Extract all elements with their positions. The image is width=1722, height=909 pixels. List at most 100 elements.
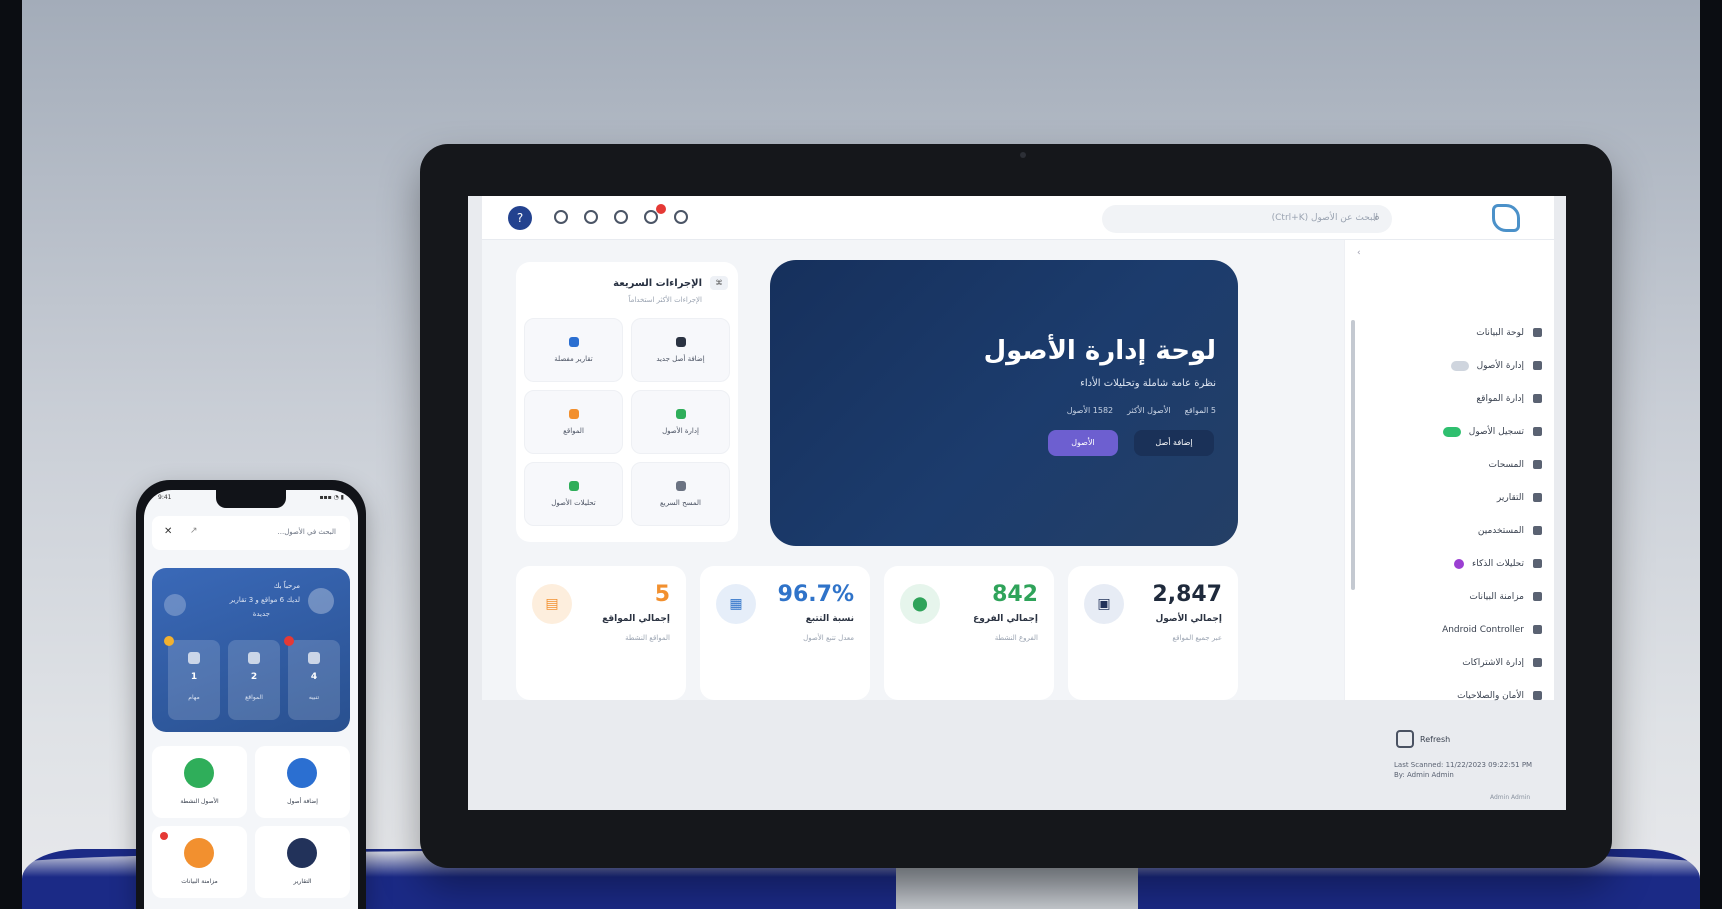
quick-actions-title: الإجراءات السريعة xyxy=(613,278,702,289)
hero-meta: 5 المواقع الأصول الأكثر 1582 الأصول xyxy=(1067,406,1216,415)
add-asset-button[interactable]: إضافة أصل xyxy=(1134,430,1214,456)
stat-note: معدل تتبع الأصول xyxy=(803,634,854,642)
quick-action-label: المسح السريع xyxy=(660,499,701,507)
quick-action-card[interactable]: إضافة أصل جديد xyxy=(631,318,730,382)
sidebar-item-label: التقارير xyxy=(1496,492,1524,503)
sidebar-collapse-icon[interactable]: › xyxy=(1357,248,1361,258)
sidebar-item[interactable]: تسجيل الأصول xyxy=(1344,415,1554,448)
hero-meta-item: 1582 الأصول xyxy=(1066,406,1114,415)
quick-action-card[interactable]: المواقع xyxy=(524,390,623,454)
sidebar-item-label: الأمان والصلاحيات xyxy=(1457,690,1524,701)
phone-card-title: مرحباً بك xyxy=(273,582,300,590)
search-icon: ⌕ xyxy=(1373,211,1380,224)
stat-value: 2,847 xyxy=(1152,582,1222,607)
sidebar-item[interactable]: المستخدمين xyxy=(1344,514,1554,547)
phone-tile[interactable]: مزامنة البيانات xyxy=(152,826,247,898)
notification-badge xyxy=(656,204,666,214)
sidebar-item[interactable]: إدارة الأصول xyxy=(1344,349,1554,382)
sidebar-item-icon xyxy=(1533,394,1542,403)
phone-mini-value: 2 xyxy=(250,672,258,682)
theme-toggle-icon[interactable] xyxy=(674,210,688,224)
stat-card[interactable]: 842 إجمالي الفروع الفروع النشطة ⬤ xyxy=(884,566,1054,700)
sidebar-item-icon xyxy=(1533,361,1542,370)
phone-user-avatar[interactable] xyxy=(308,588,334,614)
phone-time: 9:41 xyxy=(158,494,172,501)
stat-note: المواقع النشطة xyxy=(625,634,670,642)
stat-note: الفروع النشطة xyxy=(994,634,1038,642)
quick-action-card[interactable]: إدارة الأصول xyxy=(631,390,730,454)
phone-mini-stat[interactable]: 2 المواقع xyxy=(228,640,280,720)
sidebar-item-icon xyxy=(1533,526,1542,535)
sidebar-item[interactable]: تحليلات الذكاء xyxy=(1344,547,1554,580)
sidebar-item[interactable]: مزامنة البيانات xyxy=(1344,580,1554,613)
sidebar-item-label: تسجيل الأصول xyxy=(1468,426,1524,437)
quick-action-label: المواقع xyxy=(563,427,584,435)
phone-mini-label: تنبيه xyxy=(308,694,320,701)
last-scanned-info: Last Scanned: 11/22/2023 09:22:51 PM By:… xyxy=(1394,760,1532,780)
hero-banner: لوحة إدارة الأصول نظرة عامة شاملة وتحليل… xyxy=(770,260,1238,546)
sidebar-item[interactable]: Android Controller xyxy=(1344,613,1554,646)
stat-card[interactable]: 2,847 إجمالي الأصول عبر جميع المواقع ▣ xyxy=(1068,566,1238,700)
user-avatar[interactable]: ? xyxy=(508,206,532,230)
phone-tile-label: مزامنة البيانات xyxy=(181,878,218,885)
stat-label: نسبة التتبع xyxy=(805,614,854,624)
stat-card[interactable]: 5 إجمالي المواقع المواقع النشطة ▤ xyxy=(516,566,686,700)
sidebar-item[interactable]: لوحة البيانات xyxy=(1344,316,1554,349)
bell-icon[interactable] xyxy=(644,210,658,224)
sidebar-item[interactable]: المسحات xyxy=(1344,448,1554,481)
quick-action-icon xyxy=(568,481,579,491)
sidebar-item[interactable]: الأمان والصلاحيات xyxy=(1344,679,1554,712)
settings-icon[interactable] xyxy=(554,210,568,224)
quick-actions-subtitle: الإجراءات الأكثر استخداماً xyxy=(628,296,702,304)
sidebar-item-badge xyxy=(1454,558,1465,569)
quick-action-card[interactable]: تقارير مفصلة xyxy=(524,318,623,382)
sidebar-item-label: مزامنة البيانات xyxy=(1469,591,1524,602)
refresh-button[interactable]: Refresh xyxy=(1396,730,1450,748)
monitor-stand xyxy=(896,866,1138,909)
admin-label: Admin Admin xyxy=(1490,794,1531,801)
phone-tile-label: التقارير xyxy=(293,878,312,885)
sidebar-item-icon xyxy=(1533,691,1542,700)
app-logo[interactable] xyxy=(1492,204,1520,232)
phone-close-icon[interactable]: ✕ xyxy=(164,526,172,537)
sidebar-item-label: إدارة الاشتراكات xyxy=(1462,657,1524,668)
quick-action-icon xyxy=(568,337,579,347)
phone-mini-stat[interactable]: 1 مهام xyxy=(164,636,220,720)
sidebar-item[interactable]: إدارة الاشتراكات xyxy=(1344,646,1554,679)
stat-card[interactable]: 96.7% نسبة التتبع معدل تتبع الأصول ▦ xyxy=(700,566,870,700)
search-input[interactable]: البحث عن الأصول (Ctrl+K) ⌕ xyxy=(1102,205,1392,233)
sidebar-item-icon xyxy=(1533,493,1542,502)
phone-mini-icon xyxy=(248,652,260,664)
phone-notch xyxy=(216,490,286,508)
quick-action-label: تحليلات الأصول xyxy=(551,499,596,507)
sidebar-item-icon xyxy=(1533,592,1542,601)
phone-mini-stat[interactable]: 4 تنبيه xyxy=(284,636,340,720)
sidebar-item-icon xyxy=(1533,460,1542,469)
phone-tile[interactable]: إضافة أصول xyxy=(255,746,350,818)
phone-tile-icon xyxy=(184,758,214,788)
info-icon[interactable] xyxy=(614,210,628,224)
phone-settings-icon[interactable] xyxy=(164,594,186,616)
sidebar-item[interactable]: إدارة المواقع xyxy=(1344,382,1554,415)
dashboard-app: ? البحث عن الأصول (Ctrl+K) ⌕ › لوحة البي… xyxy=(482,196,1554,701)
quick-action-card[interactable]: تحليلات الأصول xyxy=(524,462,623,526)
phone-tile[interactable]: الأصول النشطة xyxy=(152,746,247,818)
phone-tile-icon xyxy=(287,838,317,868)
stat-note: عبر جميع المواقع xyxy=(1172,634,1222,642)
assets-button[interactable]: الأصول xyxy=(1048,430,1118,456)
hero-subtitle: نظرة عامة شاملة وتحليلات الأداء xyxy=(1080,378,1216,389)
sidebar-item[interactable]: التقارير xyxy=(1344,481,1554,514)
quick-action-icon xyxy=(675,409,686,419)
sidebar-item-badge xyxy=(1450,360,1469,371)
quick-action-card[interactable]: المسح السريع xyxy=(631,462,730,526)
phone-search-bar[interactable]: البحث في الأصول... ↗ ✕ xyxy=(152,516,350,550)
sidebar-item-icon xyxy=(1533,625,1542,634)
stat-label: إجمالي الأصول xyxy=(1155,614,1222,624)
phone-device: 9:41 ▪▪▪ ◔ ▮ البحث في الأصول... ↗ ✕ مرحب… xyxy=(136,480,366,909)
sidebar-item-label: إدارة الأصول xyxy=(1476,360,1524,371)
phone-tile[interactable]: التقارير xyxy=(255,826,350,898)
help-icon[interactable] xyxy=(584,210,598,224)
phone-arrow-icon[interactable]: ↗ xyxy=(190,526,198,536)
sidebar-item-label: Android Controller xyxy=(1442,624,1524,635)
stat-icon: ⬤ xyxy=(900,584,940,624)
